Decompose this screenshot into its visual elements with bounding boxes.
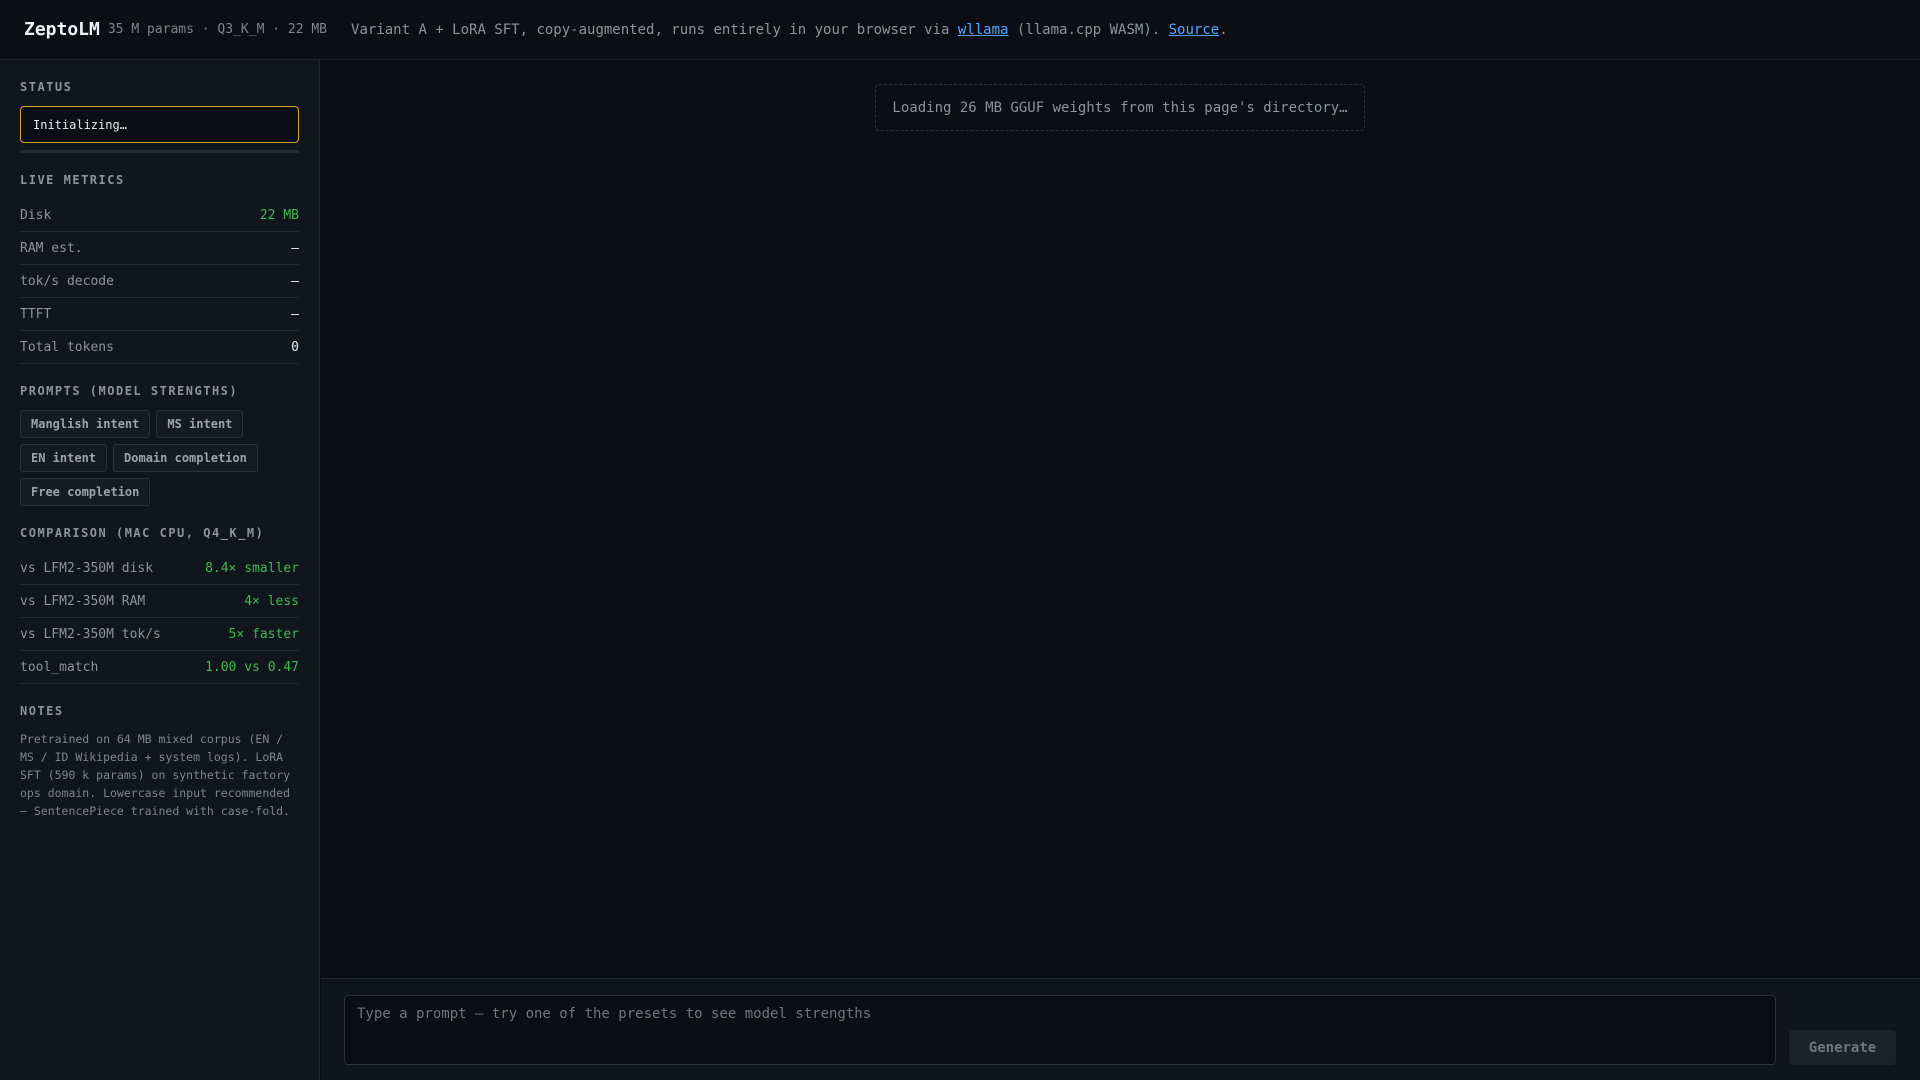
comparison-label: tool_match [20, 659, 99, 675]
tagline: Variant A + LoRA SFT, copy-augmented, ru… [351, 22, 1228, 38]
comparison-row-disk: vs LFM2-350M disk 8.4× smaller [20, 552, 299, 585]
comparison-value: 5× faster [228, 626, 299, 642]
comparison-label: vs LFM2-350M tok/s [20, 626, 161, 642]
preset-domain-completion[interactable]: Domain completion [113, 444, 258, 472]
notes-title: NOTES [20, 704, 64, 718]
comparison-row-tool-match: tool_match 1.00 vs 0.47 [20, 651, 299, 684]
metric-value: 0 [291, 339, 299, 355]
comparison-section: COMPARISON (MAC CPU, Q4_K_M) vs LFM2-350… [20, 526, 299, 684]
comparison-title: COMPARISON (MAC CPU, Q4_K_M) [20, 526, 265, 540]
notes-text: Pretrained on 64 MB mixed corpus (EN / M… [20, 732, 291, 818]
preset-ms-intent[interactable]: MS intent [156, 410, 244, 438]
metric-label: tok/s decode [20, 273, 114, 289]
metric-label: TTFT [20, 306, 52, 322]
metric-value: — [291, 240, 299, 256]
metric-value: 22 MB [259, 207, 299, 223]
comparison-row-ram: vs LFM2-350M RAM 4× less [20, 585, 299, 618]
comparison-value: 8.4× smaller [205, 560, 299, 576]
prompt-input[interactable] [344, 995, 1776, 1065]
brand-title: ZeptoLM [24, 19, 100, 40]
comparison-value: 1.00 vs 0.47 [205, 659, 299, 675]
tagline-prefix: Variant A + LoRA SFT, copy-augmented, ru… [351, 21, 958, 38]
metric-label: RAM est. [20, 240, 83, 256]
loading-notice: Loading 26 MB GGUF weights from this pag… [875, 84, 1365, 131]
source-link[interactable]: Source [1169, 22, 1220, 38]
metric-row-toks-decode: tok/s decode — [20, 265, 299, 298]
model-meta: 35 M params · Q3_K_M · 22 MB [107, 22, 328, 37]
preset-en-intent[interactable]: EN intent [20, 444, 108, 472]
metric-row-ram: RAM est. — [20, 232, 299, 265]
status-box: Initializing… [20, 106, 299, 143]
prompts-section: PROMPTS (MODEL STRENGTHS) Manglish inten… [20, 384, 299, 506]
chat-area: Loading 26 MB GGUF weights from this pag… [321, 60, 1920, 978]
sidebar: STATUS Initializing… LIVE METRICS Disk 2… [0, 60, 320, 1080]
live-metrics-section: LIVE METRICS Disk 22 MB RAM est. — tok/s… [20, 173, 299, 364]
comparison-value: 4× less [244, 593, 299, 609]
prompts-title: PROMPTS (MODEL STRENGTHS) [20, 384, 239, 398]
metric-row-ttft: TTFT — [20, 298, 299, 331]
top-header: ZeptoLM 35 M params · Q3_K_M · 22 MB Var… [0, 0, 1920, 60]
status-title: STATUS [20, 80, 73, 94]
composer: Generate [321, 978, 1920, 1080]
metric-row-total-tokens: Total tokens 0 [20, 331, 299, 364]
comparison-row-toks: vs LFM2-350M tok/s 5× faster [20, 618, 299, 651]
prompt-presets: Manglish intent MS intent EN intent Doma… [20, 410, 310, 506]
metric-row-disk: Disk 22 MB [20, 199, 299, 232]
generate-button[interactable]: Generate [1789, 1030, 1896, 1065]
preset-free-completion[interactable]: Free completion [20, 478, 151, 506]
status-section: STATUS Initializing… [20, 80, 299, 153]
comparison-label: vs LFM2-350M disk [20, 560, 154, 576]
comparison-label: vs LFM2-350M RAM [20, 593, 146, 609]
preset-manglish-intent[interactable]: Manglish intent [20, 410, 151, 438]
tagline-middle: (llama.cpp WASM). [1008, 21, 1169, 38]
notes-section: NOTES Pretrained on 64 MB mixed corpus (… [20, 704, 299, 820]
metric-value: — [291, 273, 299, 289]
tagline-suffix: . [1219, 21, 1228, 38]
metric-value: — [291, 306, 299, 322]
wllama-link[interactable]: wllama [958, 22, 1009, 38]
live-metrics-title: LIVE METRICS [20, 173, 125, 187]
loading-progress-bar [20, 150, 299, 153]
metric-label: Disk [20, 207, 52, 223]
metric-label: Total tokens [20, 339, 114, 355]
